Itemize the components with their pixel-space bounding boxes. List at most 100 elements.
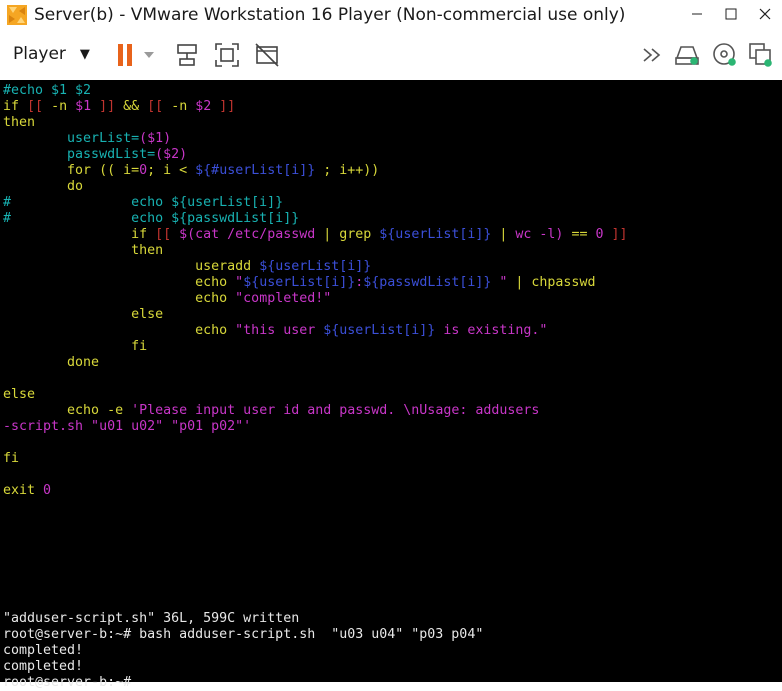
terminal-line: then bbox=[3, 243, 163, 259]
terminal-text: "adduser-script.sh" 36L, 599C written bbox=[3, 611, 300, 626]
terminal-text: fi bbox=[3, 339, 148, 354]
terminal-text: -n bbox=[51, 99, 76, 114]
terminal-line: useradd ${userList[i]} bbox=[3, 259, 371, 275]
terminal-text: echo bbox=[3, 403, 108, 418]
terminal-line: exit 0 bbox=[3, 483, 51, 499]
send-ctrl-alt-del-icon[interactable] bbox=[172, 40, 202, 70]
terminal-text: " bbox=[235, 275, 244, 290]
terminal-text: # echo ${userList[i]} bbox=[3, 195, 284, 210]
unity-icon[interactable] bbox=[252, 40, 282, 70]
terminal-text: -n bbox=[171, 99, 196, 114]
terminal-text: -script.sh "u01 u02" "p01 p02"' bbox=[3, 419, 252, 434]
player-menu-label: Player bbox=[13, 44, 66, 64]
terminal-text: [[ bbox=[147, 99, 172, 114]
minimize-icon[interactable] bbox=[680, 0, 714, 28]
terminal-line: fi bbox=[3, 451, 19, 467]
terminal-text: $2 bbox=[195, 99, 212, 114]
terminal-text: ($2) bbox=[155, 147, 188, 162]
network-icon[interactable] bbox=[672, 40, 702, 70]
close-icon[interactable] bbox=[748, 0, 782, 28]
terminal-text: 0 bbox=[139, 163, 148, 178]
terminal-text: ]] bbox=[603, 227, 628, 242]
terminal-line: do bbox=[3, 179, 83, 195]
terminal-text: ${userList[i]} bbox=[243, 275, 356, 290]
player-menu-button[interactable]: Player ▼ bbox=[13, 44, 90, 64]
terminal-text: ; i++)) bbox=[315, 163, 380, 178]
terminal-text: # echo ${passwdList[i]} bbox=[3, 211, 300, 226]
terminal-text: " bbox=[491, 275, 508, 290]
terminal-text: then bbox=[3, 115, 36, 130]
terminal-text: done bbox=[3, 355, 100, 370]
removable-device-icon[interactable] bbox=[746, 40, 776, 70]
terminal-text: "completed!" bbox=[235, 291, 332, 306]
terminal-text: is existing." bbox=[435, 323, 548, 338]
terminal-text: else bbox=[3, 387, 36, 402]
terminal-text: if bbox=[3, 227, 156, 242]
terminal-line: passwdList=($2) bbox=[3, 147, 187, 163]
terminal-line: if [[ -n $1 ]] && [[ -n $2 ]] bbox=[3, 99, 235, 115]
terminal-line: userList=($1) bbox=[3, 131, 171, 147]
terminal-line: then bbox=[3, 115, 35, 131]
terminal-text: (( i= bbox=[91, 163, 140, 178]
terminal-text: ${userList[i]} bbox=[259, 259, 372, 274]
terminal-text: 'Please input user id and passwd. \nUsag… bbox=[131, 403, 540, 418]
terminal-text: for bbox=[3, 163, 92, 178]
terminal-line: else bbox=[3, 307, 163, 323]
terminal-line: echo "${userList[i]}:${passwdList[i]} " … bbox=[3, 275, 595, 291]
terminal-text: 0 bbox=[595, 227, 604, 242]
terminal-text: $(cat /etc/passwd bbox=[179, 227, 316, 242]
terminal-text: [[ bbox=[155, 227, 180, 242]
terminal-text: passwdList= bbox=[3, 147, 156, 162]
terminal-text: exit bbox=[3, 483, 44, 498]
terminal-text: else bbox=[3, 307, 164, 322]
pause-icon[interactable] bbox=[110, 40, 140, 70]
terminal-text: ${#userList[i]} bbox=[195, 163, 316, 178]
terminal-text: useradd bbox=[3, 259, 260, 274]
fullscreen-icon[interactable] bbox=[212, 40, 242, 70]
terminal-text: wc -l) bbox=[515, 227, 564, 242]
terminal-text: -e bbox=[107, 403, 132, 418]
terminal-text: | chpasswd bbox=[507, 275, 596, 290]
terminal-text: ${userList[i]} bbox=[323, 323, 436, 338]
forward-icon[interactable] bbox=[638, 40, 668, 70]
vm-console-screen[interactable]: #echo $1 $2 if [[ -n $1 ]] && [[ -n $2 ]]… bbox=[0, 80, 782, 690]
terminal-text: $1 bbox=[75, 99, 92, 114]
terminal-text: == bbox=[563, 227, 596, 242]
terminal-text: userList= bbox=[3, 131, 140, 146]
terminal-line: done bbox=[3, 355, 99, 371]
vmware-app-icon bbox=[7, 5, 27, 25]
terminal-text: ${passwdList[i]} bbox=[363, 275, 492, 290]
terminal-text: ($1) bbox=[139, 131, 172, 146]
terminal-line: # echo ${passwdList[i]} bbox=[3, 211, 299, 227]
toolbar: Player ▼ bbox=[0, 30, 782, 81]
terminal-text: ]] bbox=[211, 99, 236, 114]
cd-icon[interactable] bbox=[710, 40, 740, 70]
terminal-text: root@server-b:~# bash adduser-script.sh … bbox=[3, 627, 484, 642]
terminal-line: else bbox=[3, 387, 35, 403]
terminal-text: ]] bbox=[91, 99, 116, 114]
maximize-icon[interactable] bbox=[714, 0, 748, 28]
terminal-text: grep bbox=[339, 227, 380, 242]
terminal-text: echo bbox=[3, 323, 236, 338]
terminal-line: echo -e 'Please input user id and passwd… bbox=[3, 403, 539, 419]
terminal-text: ; i < bbox=[147, 163, 196, 178]
terminal-line: "adduser-script.sh" 36L, 599C written bbox=[3, 611, 299, 627]
terminal-text: fi bbox=[3, 451, 20, 466]
terminal-text: #echo $1 $2 bbox=[3, 83, 92, 98]
dropdown-arrow-icon[interactable] bbox=[140, 40, 158, 70]
terminal-text: | bbox=[491, 227, 516, 242]
terminal-text: then bbox=[3, 243, 164, 258]
terminal-text: if bbox=[3, 99, 28, 114]
terminal-text: echo bbox=[3, 291, 236, 306]
terminal-text: 0 bbox=[43, 483, 52, 498]
terminal-line: completed! bbox=[3, 643, 83, 659]
terminal-text: do bbox=[3, 179, 84, 194]
terminal-text: completed! bbox=[3, 659, 84, 674]
chevron-down-icon: ▼ bbox=[79, 46, 90, 62]
terminal-text: [[ bbox=[27, 99, 52, 114]
terminal-line: root@server-b:~# bash adduser-script.sh … bbox=[3, 627, 483, 643]
terminal-text: | bbox=[315, 227, 340, 242]
terminal-line: completed! bbox=[3, 659, 83, 675]
terminal-line: fi bbox=[3, 339, 147, 355]
terminal-line: root@server-b:~# bbox=[3, 675, 131, 691]
